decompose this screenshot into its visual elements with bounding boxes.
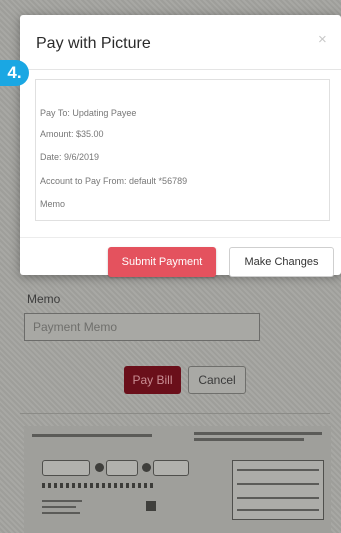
check-line xyxy=(32,434,152,437)
date-text: Date: 9/6/2019 xyxy=(40,152,100,162)
micr-line xyxy=(42,483,154,488)
submit-payment-button[interactable]: Submit Payment xyxy=(108,247,216,277)
footer-divider xyxy=(20,237,341,238)
pay-bill-button[interactable]: Pay Bill xyxy=(124,366,181,394)
check-box xyxy=(153,460,189,476)
pay-with-picture-modal: Pay with Picture × Pay To: Updating Paye… xyxy=(20,15,341,277)
check-line xyxy=(237,509,319,511)
check-line xyxy=(42,500,82,502)
check-line xyxy=(194,438,304,441)
check-image xyxy=(24,426,331,533)
memo-text: Memo xyxy=(40,199,66,209)
modal-title: Pay with Picture xyxy=(36,35,151,52)
check-box xyxy=(42,460,90,476)
check-line xyxy=(237,469,319,471)
make-changes-button[interactable]: Make Changes xyxy=(229,247,334,277)
pay-to-text: Pay To: Updating Payee xyxy=(40,108,137,118)
modal-divider xyxy=(20,69,341,70)
check-panel xyxy=(232,460,324,520)
divider xyxy=(20,413,330,414)
step-badge: 4. xyxy=(0,60,29,86)
memo-label: Memo xyxy=(27,292,61,306)
check-box xyxy=(106,460,138,476)
qr-code xyxy=(146,501,156,511)
check-line xyxy=(42,512,80,514)
account-text: Account to Pay From: default *56789 xyxy=(40,176,188,186)
memo-input[interactable]: Payment Memo xyxy=(24,313,260,341)
radio-dot xyxy=(95,463,104,472)
check-line xyxy=(194,432,322,435)
cancel-button[interactable]: Cancel xyxy=(188,366,246,394)
close-icon[interactable]: × xyxy=(318,31,327,48)
check-line xyxy=(237,497,319,499)
radio-dot xyxy=(142,463,151,472)
check-line xyxy=(237,483,319,485)
payment-summary: Pay To: Updating Payee Amount: $35.00 Da… xyxy=(35,79,330,221)
check-line xyxy=(42,506,76,508)
amount-text: Amount: $35.00 xyxy=(40,129,104,139)
